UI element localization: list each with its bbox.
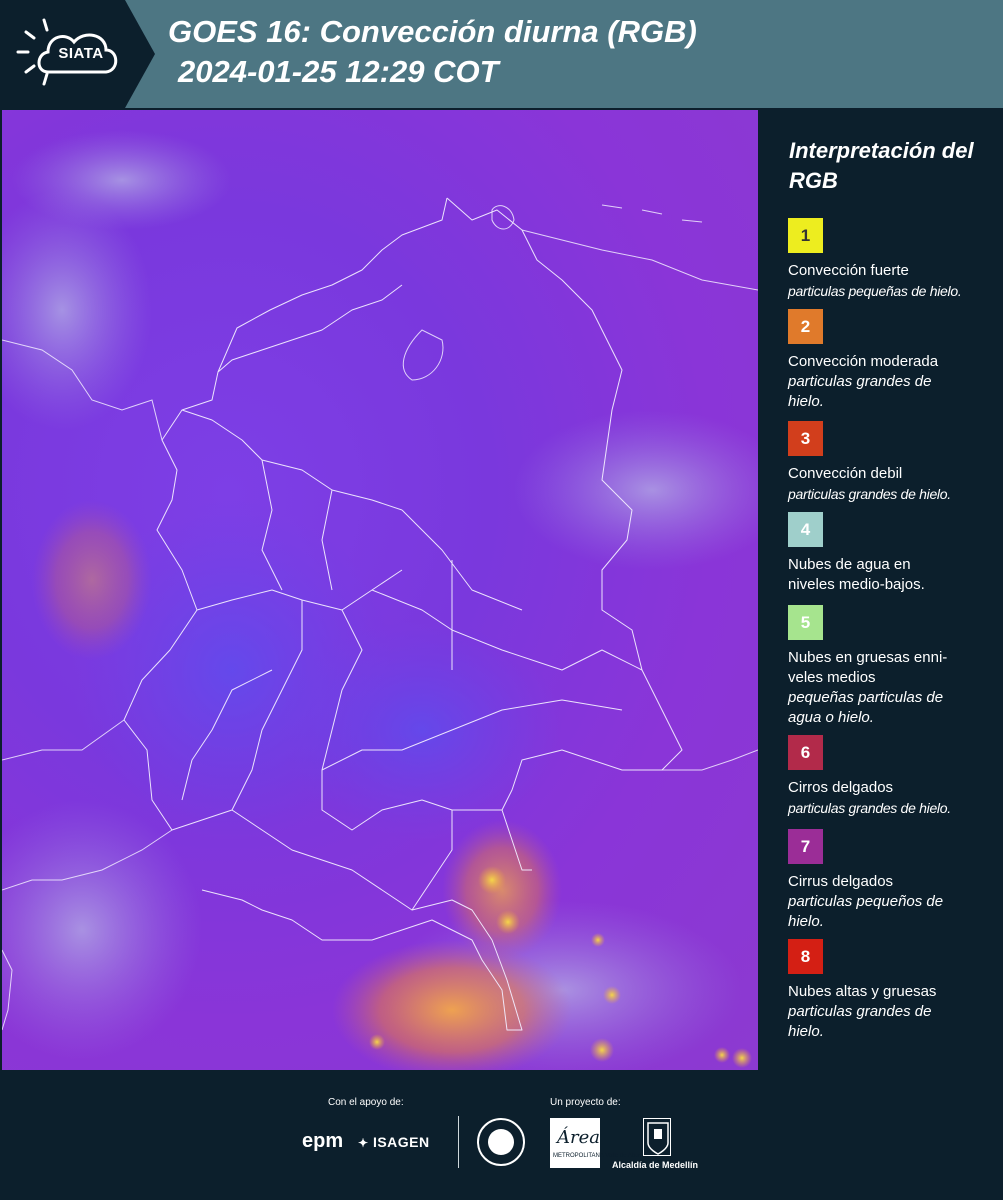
legend-swatch: 7 [788, 829, 823, 864]
legend-swatch: 4 [788, 512, 823, 547]
legend-swatch: 6 [788, 735, 823, 770]
legend-label: Nubes altas y gruesas [788, 983, 937, 1000]
legend-label: Convección fuerte [788, 262, 909, 279]
area-subtitle: METROPOLITANA Valle de Aburrá [553, 1153, 646, 1159]
isagen-text: ISAGEN [372, 1134, 430, 1150]
legend-item-3: 3 Convección debil particulas grandes de… [788, 421, 998, 504]
isagen-icon: ✦ [358, 1136, 369, 1150]
legend-item-7: 7 Cirrus delgados particulas pequeños de… [788, 829, 998, 932]
satellite-map [2, 110, 758, 1070]
legend-desc: particulas grandes de hielo. [788, 1003, 932, 1040]
legend-desc: particulas grandes de hielo. [788, 486, 951, 502]
footer-divider [458, 1116, 459, 1168]
legend-label: Convección debil [788, 465, 903, 482]
support-label: Con el apoyo de: [328, 1097, 404, 1108]
legend-swatch: 8 [788, 939, 823, 974]
epm-logo: epm [302, 1130, 344, 1152]
legend-label: Cirros delgados [788, 779, 894, 796]
legend-item-8: 8 Nubes altas y gruesas particulas grand… [788, 939, 998, 1042]
area-word: Área [557, 1127, 600, 1148]
legend-label: Convección moderada [788, 353, 939, 370]
project-label: Un proyecto de: [550, 1097, 621, 1108]
government-seal-logo [477, 1118, 525, 1166]
isagen-logo: ✦ ISAGEN [358, 1134, 430, 1150]
alcaldia-label: Alcaldía de Medellín [612, 1160, 699, 1170]
footer: Con el apoyo de: Un proyecto de: epm ✦ I… [0, 1070, 1003, 1200]
legend-item-4: 4 Nubes de agua en niveles medio-bajos. [788, 512, 998, 595]
legend-desc: particulas pequeñas de hielo. [788, 283, 962, 299]
siata-logo: SIATA [0, 0, 155, 108]
legend-panel: Interpretación del RGB 1 Convección fuer… [760, 110, 1003, 1070]
alcaldia-shield-icon [643, 1118, 671, 1156]
legend-swatch: 2 [788, 309, 823, 344]
legend-item-1: 1 Convección fuerte particulas pequeñas … [788, 218, 998, 301]
legend-swatch: 5 [788, 605, 823, 640]
legend-swatch: 3 [788, 421, 823, 456]
page-timestamp: 2024-01-25 12:29 COT [178, 54, 499, 89]
legend-item-6: 6 Cirros delgados particulas grandes de … [788, 735, 998, 818]
legend-desc: particulas grandes de hielo. [788, 373, 932, 410]
logo-text: SIATA [58, 45, 104, 62]
area-metropolitana-logo: Área METROPOLITANA Valle de Aburrá [550, 1118, 646, 1168]
legend-label: Cirrus delgados [788, 873, 894, 890]
seal-emblem-icon [488, 1129, 514, 1155]
legend-swatch: 1 [788, 218, 823, 253]
legend-title: Interpretación del RGB [789, 138, 974, 193]
legend-label: Nubes de agua en niveles medio-bajos. [788, 556, 925, 593]
legend-desc: particulas grandes de hielo. [788, 800, 951, 816]
header: SIATA GOES 16: Convección diurna (RGB) 2… [0, 0, 1003, 108]
legend-item-2: 2 Convección moderada particulas grandes… [788, 309, 998, 412]
legend-desc: particulas pequeños de hielo. [788, 893, 944, 930]
legend-label: Nubes en gruesas enni-veles medios [788, 649, 948, 686]
legend-desc: pequeñas particulas de agua o hielo. [788, 689, 944, 726]
legend-item-5: 5 Nubes en gruesas enni-veles medios peq… [788, 605, 998, 728]
page-title: GOES 16: Convección diurna (RGB) [168, 14, 697, 49]
